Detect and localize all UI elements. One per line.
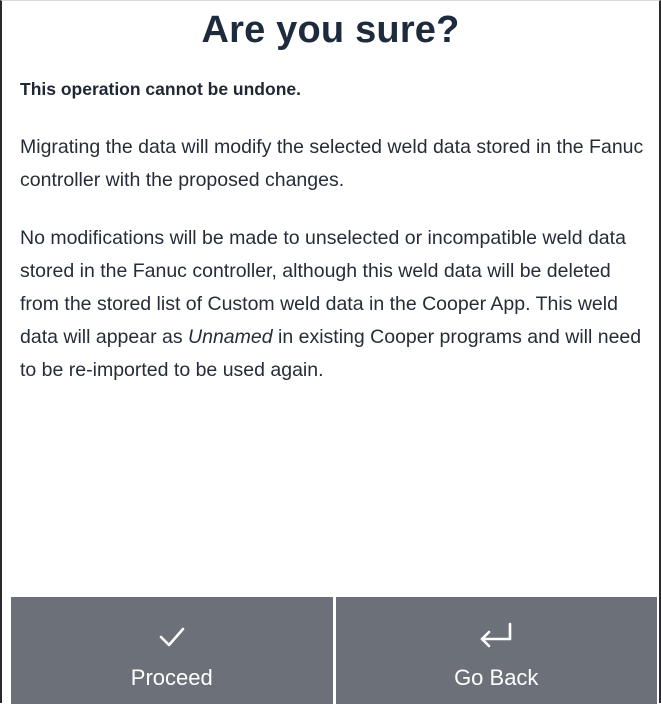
dialog-title: Are you sure? [201, 9, 460, 51]
unnamed-emphasis: Unnamed [188, 326, 273, 348]
unselected-data-description: No modifications will be made to unselec… [20, 222, 649, 387]
migration-description: Migrating the data will modify the selec… [20, 136, 644, 191]
confirm-dialog: Are you sure? This operation cannot be u… [0, 0, 661, 704]
dialog-footer: Proceed Go Back [11, 597, 657, 704]
warning-text: This operation cannot be undone. [20, 79, 301, 99]
go-back-button-label: Go Back [454, 665, 539, 690]
proceed-button-label: Proceed [130, 665, 213, 690]
proceed-button[interactable]: Proceed [11, 597, 333, 704]
dialog-content: This operation cannot be undone. Migrati… [20, 77, 649, 412]
checkmark-icon [159, 627, 185, 647]
return-arrow-icon [480, 622, 512, 648]
go-back-button[interactable]: Go Back [332, 597, 657, 704]
